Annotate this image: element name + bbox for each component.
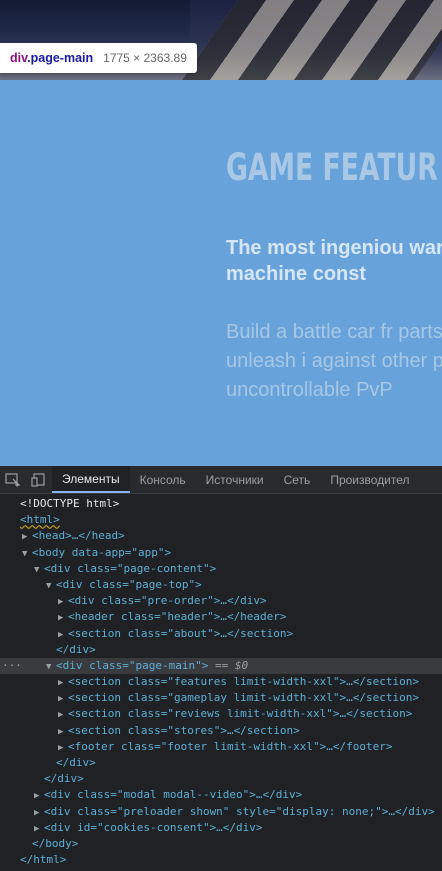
expand-triangle-icon[interactable]: ▶ (58, 740, 68, 756)
dom-line[interactable]: ▶ <div class="pre-order">…</div> (0, 593, 442, 609)
dom-line[interactable]: ▶ <section class="features limit-width-xx… (0, 674, 442, 690)
dom-line[interactable]: </div> (0, 642, 442, 658)
tab-elements[interactable]: Элементы (52, 466, 130, 493)
dom-line[interactable]: ▶ <section class="gameplay limit-width-xx… (0, 690, 442, 706)
collapse-triangle-icon[interactable]: ▼ (46, 578, 56, 594)
collapse-triangle-icon[interactable]: ▼ (34, 562, 44, 578)
collapse-triangle-icon[interactable]: ▼ (46, 659, 56, 675)
element-inspect-tooltip: div.page-main 1775 × 2363.89 (0, 43, 197, 73)
devtools-panel: Элементы Консоль Источники Сеть Производ… (0, 466, 442, 871)
dom-line[interactable]: ▶ <div class="preloader shown" style="dis… (0, 804, 442, 820)
expand-triangle-icon[interactable]: ▶ (58, 724, 68, 740)
collapse-triangle-icon[interactable]: ▼ (22, 546, 32, 562)
dom-line-selected[interactable]: ··· ▼ <div class="page-main"> == $0 (0, 657, 442, 675)
dom-line[interactable]: </div> (0, 771, 442, 787)
devtools-tabbar: Элементы Консоль Источники Сеть Производ… (0, 466, 442, 494)
dom-line[interactable]: ▶ <section class="about">…</section> (0, 626, 442, 642)
dom-line[interactable]: <html> (0, 512, 442, 528)
page-viewport: div.page-main 1775 × 2363.89 GAME FEATUR… (0, 0, 442, 466)
expand-triangle-icon[interactable]: ▶ (34, 788, 44, 804)
dom-line[interactable]: ▶ <footer class="footer limit-width-xxl">… (0, 739, 442, 755)
tooltip-selector: div.page-main (10, 51, 94, 65)
inspect-icon[interactable] (0, 466, 26, 493)
dom-line[interactable]: ▶ <div id="cookies-consent">…</div> (0, 820, 442, 836)
dom-line[interactable]: ▼ <body data-app="app"> (0, 545, 442, 561)
features-subtitle: The most ingeniou war machine const (226, 237, 442, 285)
expand-triangle-icon[interactable]: ▶ (58, 627, 68, 643)
expand-triangle-icon[interactable]: ▶ (22, 529, 32, 545)
expand-triangle-icon[interactable]: ▶ (34, 805, 44, 821)
features-body-text: Build a battle car fr parts and unleash … (226, 321, 442, 401)
dom-line[interactable]: ▶ <head>…</head> (0, 528, 442, 544)
dom-line[interactable]: ▶ <header class="header">…</header> (0, 609, 442, 625)
dom-tree: <!DOCTYPE html> <html> ▶ <head>…</head> ▼… (0, 496, 442, 868)
expand-triangle-icon[interactable]: ▶ (58, 707, 68, 723)
dom-line[interactable]: </body> (0, 836, 442, 852)
dom-line[interactable]: </div> (0, 755, 442, 771)
dom-line[interactable]: <!DOCTYPE html> (0, 496, 442, 512)
expand-triangle-icon[interactable]: ▶ (58, 675, 68, 691)
dom-line[interactable]: ▼ <div class="page-top"> (0, 577, 442, 593)
dom-line[interactable]: ▼ <div class="page-content"> (0, 561, 442, 577)
tab-sources[interactable]: Источники (196, 466, 274, 493)
tab-network[interactable]: Сеть (274, 466, 321, 493)
tab-performance[interactable]: Производител (320, 466, 419, 493)
dom-line[interactable]: ▶ <div class="modal modal--video">…</div> (0, 787, 442, 803)
tab-console[interactable]: Консоль (130, 466, 196, 493)
tooltip-dimensions: 1775 × 2363.89 (103, 51, 187, 65)
features-heading: GAME FEATUR (226, 146, 438, 189)
device-toggle-icon[interactable] (26, 466, 52, 493)
expand-triangle-icon[interactable]: ▶ (58, 594, 68, 610)
expand-triangle-icon[interactable]: ▶ (34, 821, 44, 837)
expand-triangle-icon[interactable]: ▶ (58, 691, 68, 707)
expand-triangle-icon[interactable]: ▶ (58, 610, 68, 626)
dom-line[interactable]: </html> (0, 852, 442, 868)
dom-line[interactable]: ▶ <section class="reviews limit-width-xxl… (0, 706, 442, 722)
more-options-icon[interactable]: ··· (2, 658, 22, 674)
dom-line[interactable]: ▶ <section class="stores">…</section> (0, 723, 442, 739)
